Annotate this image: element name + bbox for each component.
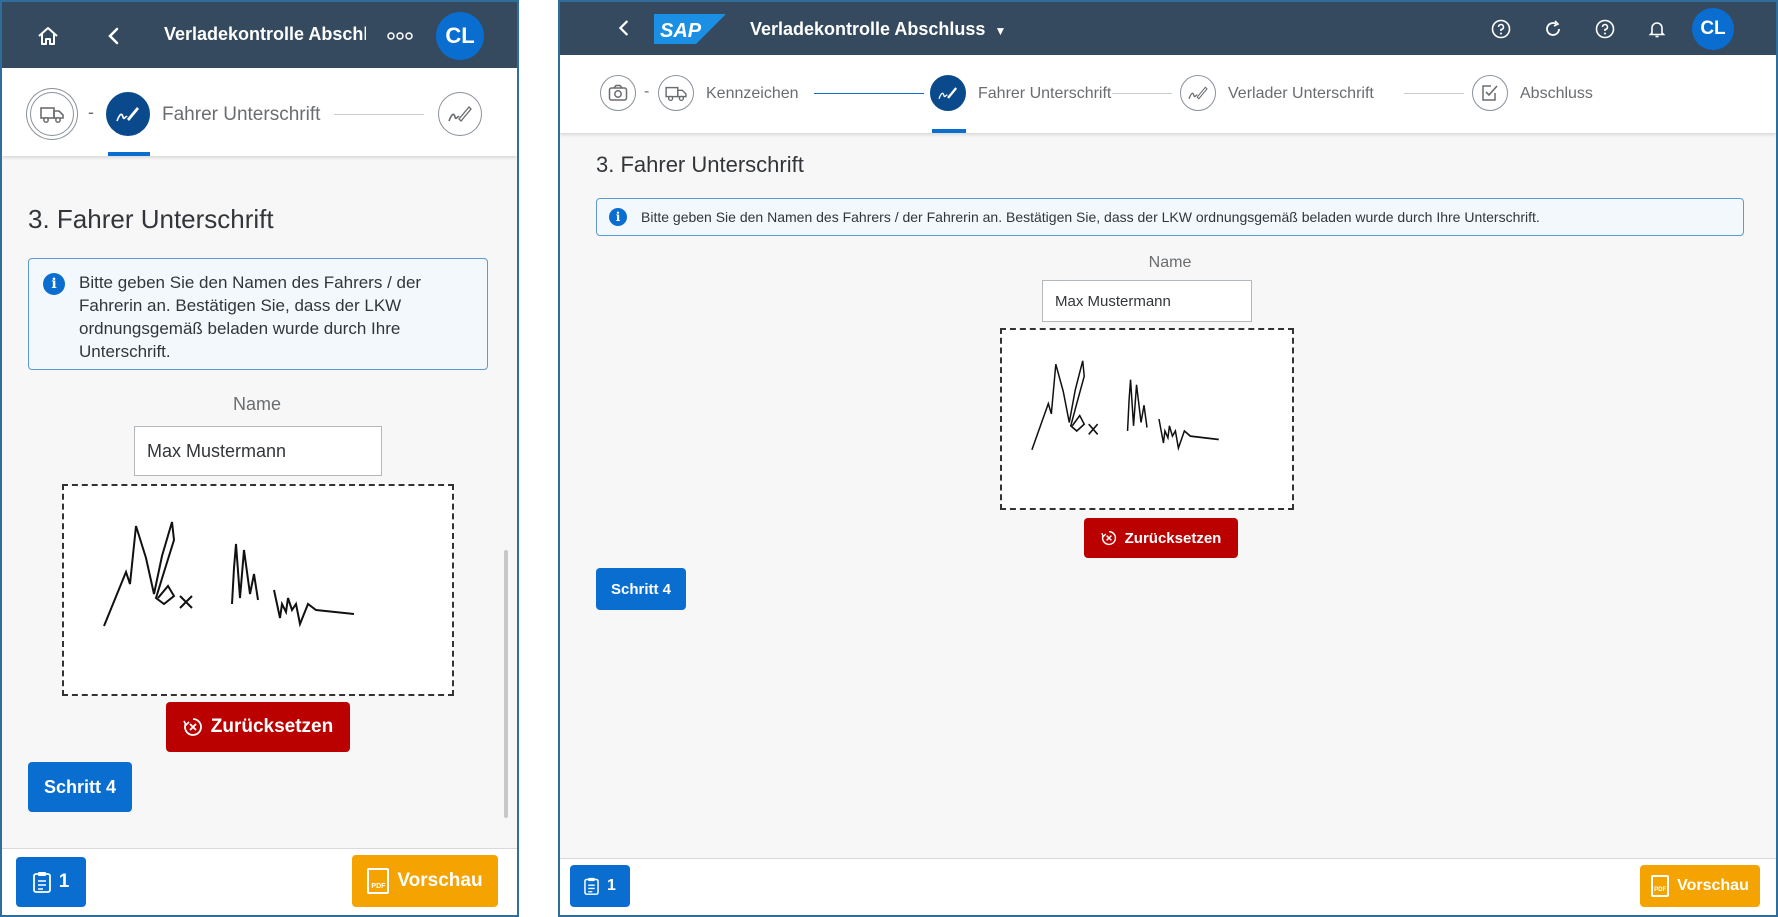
back-icon[interactable] [98, 20, 130, 52]
refresh-icon[interactable] [1540, 16, 1566, 42]
signature-icon [1188, 86, 1208, 100]
sap-logo-text: SAP [660, 20, 702, 42]
step-fahrer-unterschrift[interactable] [930, 75, 966, 111]
preview-label: Vorschau [397, 870, 483, 891]
preview-button[interactable]: PDF Vorschau [1640, 865, 1760, 907]
name-label: Name [232, 394, 281, 414]
shell-bar: SAP Verladekontrolle Abschluss ▼ CL [560, 2, 1776, 55]
scrollbar-thumb[interactable] [504, 550, 508, 818]
truck-icon [40, 107, 64, 123]
more-icon[interactable] [384, 22, 416, 50]
help-icon[interactable] [1488, 16, 1514, 42]
signature-drawing [103, 521, 355, 628]
home-icon[interactable] [32, 20, 64, 52]
step-separator: - [644, 83, 650, 100]
app-title-text: Verladekontrolle Abschluss [750, 19, 986, 39]
avatar[interactable]: CL [1692, 8, 1734, 50]
active-step-indicator [932, 129, 966, 133]
step-label-verlader: Verlader Unterschrift [1228, 85, 1374, 102]
shell-bar: Verladekontrolle Abschl CL [2, 2, 517, 68]
app-title[interactable]: Verladekontrolle Abschl [164, 24, 366, 45]
next-step-button[interactable]: Schritt 4 [596, 568, 686, 610]
step-separator: - [88, 102, 94, 122]
truck-icon [665, 86, 687, 102]
clipboard-icon [584, 877, 599, 895]
reset-button[interactable]: Zurücksetzen [1084, 518, 1238, 558]
step-label-active: Fahrer Unterschrift [162, 104, 321, 125]
footer-bar: 1 PDF Vorschau [2, 848, 517, 915]
checklist-count: 1 [607, 877, 616, 894]
checklist-button[interactable]: 1 [570, 865, 630, 907]
app-title[interactable]: Verladekontrolle Abschluss ▼ [750, 19, 1006, 40]
reset-label: Zurücksetzen [210, 716, 334, 737]
signature-pad[interactable] [62, 484, 454, 696]
mobile-view: Verladekontrolle Abschl CL - Fahrer Unte… [0, 0, 519, 917]
step-connector [334, 114, 424, 115]
name-label: Name [1148, 254, 1192, 271]
desktop-view: SAP Verladekontrolle Abschluss ▼ CL - Ke… [558, 0, 1778, 917]
info-strip: i Bitte geben Sie den Namen des Fahrers … [28, 258, 488, 370]
step-bar: - Kennzeichen Fahrer Unterschrift Verlad… [560, 55, 1776, 133]
name-input[interactable] [134, 426, 382, 476]
info-icon: i [43, 273, 65, 295]
next-step-button[interactable]: Schritt 4 [28, 762, 132, 812]
step-label-fahrer: Fahrer Unterschrift [978, 85, 1112, 102]
info-text: Bitte geben Sie den Namen des Fahrers / … [641, 209, 1540, 225]
reset-icon [183, 718, 202, 736]
info-strip: i Bitte geben Sie den Namen des Fahrers … [596, 198, 1744, 236]
back-icon[interactable] [610, 14, 638, 42]
step-camera[interactable] [600, 75, 636, 111]
step-connector [814, 93, 924, 94]
step-connector [1404, 93, 1464, 94]
step-label-kennzeichen: Kennzeichen [706, 85, 799, 102]
page-title: 3. Fahrer Unterschrift [596, 152, 804, 177]
pdf-icon: PDF [367, 868, 390, 894]
reset-button[interactable]: Zurücksetzen [166, 702, 350, 752]
step-fahrer-unterschrift[interactable] [106, 92, 150, 136]
title-dropdown-icon[interactable]: ▼ [994, 24, 1006, 38]
step-kennzeichen[interactable] [30, 92, 74, 136]
step-verlader-unterschrift[interactable] [1180, 75, 1216, 111]
checklist-count: 1 [58, 871, 70, 892]
footer-bar: 1 PDF Vorschau [560, 858, 1776, 915]
info-icon: i [609, 208, 627, 226]
page-title: 3. Fahrer Unterschrift [28, 204, 274, 234]
info-text: Bitte geben Sie den Namen des Fahrers / … [79, 273, 422, 361]
signature-pad[interactable] [1000, 328, 1294, 510]
preview-label: Vorschau [1677, 877, 1749, 894]
step-label-abschluss: Abschluss [1520, 85, 1593, 102]
reset-label: Zurücksetzen [1124, 529, 1222, 547]
checkbox-icon [1482, 85, 1498, 101]
signature-icon [938, 87, 957, 99]
clipboard-icon [32, 872, 51, 893]
checklist-button[interactable]: 1 [16, 857, 86, 907]
pdf-icon: PDF [1651, 875, 1670, 897]
step-bar: - Fahrer Unterschrift [2, 68, 517, 156]
reset-icon [1100, 530, 1116, 546]
preview-button[interactable]: PDF Vorschau [352, 855, 498, 907]
bell-icon[interactable] [1644, 16, 1670, 42]
help-icon[interactable] [1592, 16, 1618, 42]
signature-icon [116, 107, 139, 122]
sap-logo[interactable]: SAP [654, 14, 726, 44]
step-kennzeichen[interactable] [658, 75, 694, 111]
name-input[interactable] [1042, 280, 1252, 322]
active-step-indicator [108, 152, 150, 156]
signature-drawing [1031, 360, 1219, 452]
signature-icon [448, 106, 472, 122]
camera-icon [608, 84, 628, 101]
step-verlader-unterschrift[interactable] [438, 92, 482, 136]
avatar[interactable]: CL [436, 12, 484, 60]
step-abschluss[interactable] [1472, 75, 1508, 111]
step-connector [1112, 93, 1172, 94]
